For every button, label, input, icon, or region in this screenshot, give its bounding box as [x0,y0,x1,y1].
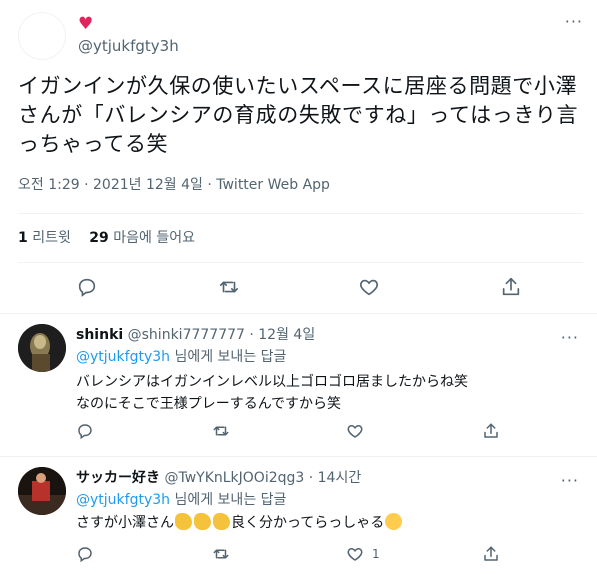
reply-author-name[interactable]: サッカー好き [76,470,160,486]
avatar[interactable] [18,324,66,372]
share-icon[interactable] [500,276,524,300]
reply-to-line: @ytjukfgty3h 님에게 보내는 답글 [76,490,286,510]
avatar-image [18,467,66,515]
likes-count: 29 [89,230,109,246]
clapping-hands-icon [194,513,211,530]
divider [0,456,597,457]
reply-time[interactable]: · 12월 4일 [249,327,315,343]
tweet-stats: 1 리트윗 29 마음에 들어요 [18,228,209,248]
like-icon[interactable] [346,545,364,563]
tweet-author-row: ♥ @ytjukfgty3h ··· [18,12,583,62]
reply-icon[interactable] [76,545,94,563]
reply-text: バレンシアはイガンインレベル以上ゴロゴロ居ましたからね笑 なのにそこで王様プレー… [76,371,576,415]
more-options-icon[interactable]: ··· [561,473,579,489]
reply-to-link[interactable]: @ytjukfgty3h [76,349,170,365]
reply-author-handle[interactable]: @TwYKnLkJOOi2qg3 [164,470,304,486]
reply-text: さすが小澤さん 良く分かってらっしゃる [76,512,576,534]
reply-time[interactable]: · 14시간 [309,470,361,486]
share-icon[interactable] [482,422,500,440]
divider [18,213,583,214]
like-icon[interactable] [346,422,364,440]
more-options-icon[interactable]: ··· [565,14,583,30]
avatar[interactable] [18,467,66,515]
tweet-text: イガンインが久保の使いたいスペースに居座る問題で小澤さんが「バレンシアの育成の失… [18,74,579,156]
likes-label: 마음에 들어요 [113,230,195,246]
retweets-stat[interactable]: 1 리트윗 [18,230,71,246]
reply-author-handle[interactable]: @shinki7777777 [128,327,245,343]
reply-author-name[interactable]: shinki [76,327,123,343]
reply-to-suffix: 님에게 보내는 답글 [170,492,287,508]
like-icon[interactable] [358,276,382,300]
retweet-icon[interactable] [218,276,242,300]
reply-header: shinki @shinki7777777 · 12월 4일 [76,325,315,345]
reply-icon[interactable] [76,276,100,300]
divider [18,262,583,263]
retweets-count: 1 [18,230,28,246]
tweet-timestamp-source[interactable]: 오전 1:29 · 2021년 12월 4일 · Twitter Web App [18,175,330,195]
tweet-action-bar [0,276,597,300]
retweet-icon[interactable] [212,545,230,563]
reply-text-line: バレンシアはイガンインレベル以上ゴロゴロ居ましたからね笑 [76,374,468,390]
reply-to-suffix: 님에게 보내는 답글 [170,349,287,365]
divider [0,313,597,314]
reply-to-link[interactable]: @ytjukfgty3h [76,492,170,508]
reply-to-line: @ytjukfgty3h 님에게 보내는 답글 [76,347,286,367]
like-count: 1 [372,547,380,561]
reply-header: サッカー好き @TwYKnLkJOOi2qg3 · 14시간 [76,468,361,488]
reply-text-part: 良く分かってらっしゃる [231,515,385,531]
reply-icon[interactable] [76,422,94,440]
author-handle[interactable]: @ytjukfgty3h [78,36,179,56]
grinning-face-icon [385,513,403,530]
avatar[interactable] [18,12,66,60]
author-display-name[interactable]: ♥ [78,14,93,34]
reply-text-line: なのにそこで王様プレーするんですから笑 [76,396,342,412]
retweet-icon[interactable] [212,422,230,440]
share-icon[interactable] [482,545,500,563]
clapping-hands-icon [175,513,192,530]
likes-stat[interactable]: 29 마음에 들어요 [89,230,195,246]
retweets-label: 리트윗 [32,230,71,246]
avatar-image [18,324,66,372]
more-options-icon[interactable]: ··· [561,330,579,346]
reply-text-part: さすが小澤さん [76,515,174,531]
clapping-hands-icon [213,513,230,530]
